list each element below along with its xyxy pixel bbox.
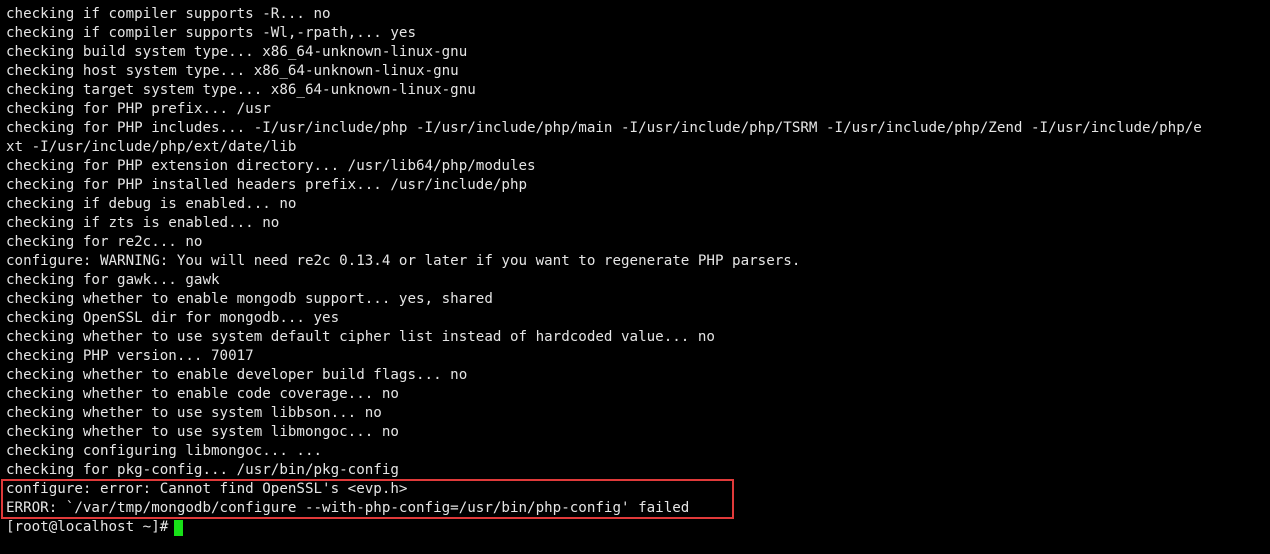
terminal-cursor [174,519,184,536]
output-line: xt -I/usr/include/php/ext/date/lib [6,139,297,155]
output-line: checking configuring libmongoc... ... [6,443,323,459]
warning-line: configure: WARNING: You will need re2c 0… [6,253,801,269]
output-line: checking for gawk... gawk [6,272,220,288]
output-line: checking OpenSSL dir for mongodb... yes [6,310,340,326]
output-line: checking whether to enable mongodb suppo… [6,291,493,307]
output-line: checking if compiler supports -R... no [6,6,331,22]
output-line: checking whether to enable code coverage… [6,386,399,402]
output-line: checking if debug is enabled... no [6,196,297,212]
shell-prompt-line[interactable]: [root@localhost ~]# [6,518,1268,537]
output-line: checking if compiler supports -Wl,-rpath… [6,25,416,41]
output-line: checking if zts is enabled... no [6,215,280,231]
output-line: checking for PHP extension directory... … [6,158,536,174]
output-line: checking for PHP installed headers prefi… [6,177,528,193]
output-line: checking for PHP prefix... /usr [6,101,271,117]
output-line: checking target system type... x86_64-un… [6,82,476,98]
output-line: checking build system type... x86_64-unk… [6,44,468,60]
output-line: checking whether to use system libbson..… [6,405,382,421]
output-line: checking for pkg-config... /usr/bin/pkg-… [6,462,399,478]
output-line: checking whether to enable developer bui… [6,367,468,383]
terminal-output: checking if compiler supports -R... no c… [6,5,1268,537]
output-line: checking for re2c... no [6,234,203,250]
output-line: checking host system type... x86_64-unkn… [6,63,459,79]
output-line: checking whether to use system default c… [6,329,715,345]
output-line: checking PHP version... 70017 [6,348,254,364]
output-line: checking for PHP includes... -I/usr/incl… [6,120,1202,136]
error-line: ERROR: `/var/tmp/mongodb/configure --wit… [6,500,690,516]
output-line: checking whether to use system libmongoc… [6,424,399,440]
shell-prompt: [root@localhost ~]# [6,519,169,535]
terminal-window[interactable]: checking if compiler supports -R... no c… [0,0,1270,554]
error-line: configure: error: Cannot find OpenSSL's … [6,481,408,497]
